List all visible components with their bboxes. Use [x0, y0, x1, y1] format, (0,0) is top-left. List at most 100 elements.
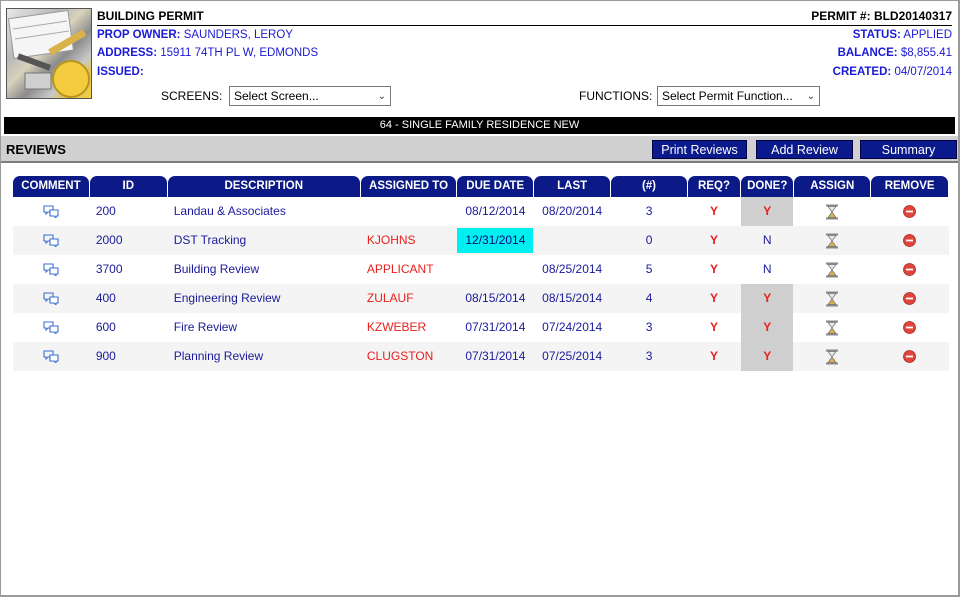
remove-cell[interactable]	[871, 255, 948, 284]
remove-cell[interactable]	[871, 284, 948, 313]
review-description-cell[interactable]: Planning Review	[168, 342, 360, 371]
hourglass-icon[interactable]	[825, 262, 839, 278]
assign-cell[interactable]	[794, 197, 870, 226]
done-cell: Y	[741, 313, 794, 342]
done-cell: Y	[741, 197, 794, 226]
table-row: 2000 DST Tracking KJOHNS 12/31/2014 0 Y N	[13, 226, 949, 255]
review-description-cell[interactable]: Building Review	[168, 255, 360, 284]
column-header-last[interactable]: LAST	[534, 176, 611, 197]
review-id-cell-text: 900	[95, 349, 116, 363]
count-cell: 3	[611, 313, 687, 342]
done-cell: N	[741, 255, 793, 284]
owner-label: PROP OWNER:	[97, 29, 181, 41]
required-cell: Y	[688, 197, 740, 226]
count-cell: 3	[611, 342, 687, 371]
required-cell-text: Y	[710, 291, 719, 305]
blueprint-tools-image	[7, 9, 90, 98]
remove-circle-icon[interactable]	[903, 320, 916, 335]
review-id-cell: 600	[90, 313, 167, 342]
functions-select[interactable]: Select Permit Function... ⌄	[657, 86, 820, 106]
remove-circle-icon[interactable]	[903, 233, 916, 248]
count-cell-text: 4	[645, 291, 653, 305]
assign-cell[interactable]	[794, 255, 870, 284]
done-cell-text: N	[762, 262, 772, 276]
due-date-cell-text: 07/31/2014	[465, 349, 526, 363]
column-header-assigned-to[interactable]: ASSIGNED TO	[360, 176, 457, 197]
remove-cell[interactable]	[871, 226, 948, 255]
column-header-assign[interactable]: ASSIGN	[794, 176, 871, 197]
column-header-id[interactable]: ID	[89, 176, 167, 197]
review-id-cell-text: 2000	[95, 233, 123, 247]
review-description-cell-text: Planning Review	[173, 349, 264, 363]
remove-circle-icon[interactable]	[903, 349, 916, 364]
column-header-done[interactable]: DONE?	[741, 176, 794, 197]
assigned-to-cell: ZULAUF	[361, 284, 457, 313]
hourglass-icon[interactable]	[825, 291, 839, 307]
speech-bubbles-icon[interactable]	[43, 349, 59, 364]
screens-select[interactable]: Select Screen... ⌄	[229, 86, 391, 106]
hourglass-icon[interactable]	[825, 233, 839, 249]
remove-circle-icon[interactable]	[903, 262, 916, 277]
remove-circle-icon[interactable]	[903, 204, 916, 219]
review-description-cell[interactable]: Landau & Associates	[168, 197, 360, 226]
column-header-description[interactable]: DESCRIPTION	[167, 176, 360, 197]
last-date-cell-text: 08/20/2014	[542, 204, 603, 218]
column-header-comment[interactable]: COMMENT	[13, 176, 89, 197]
issued-info: ISSUED:	[97, 66, 144, 78]
balance-label: BALANCE:	[837, 47, 898, 59]
review-id-cell-text: 3700	[95, 262, 123, 276]
reviews-table: COMMENT ID DESCRIPTION ASSIGNED TO DUE DATE L…	[13, 176, 949, 371]
remove-cell[interactable]	[871, 342, 948, 371]
comment-cell[interactable]	[13, 197, 89, 226]
remove-circle-icon[interactable]	[903, 291, 916, 306]
comment-cell[interactable]	[13, 255, 89, 284]
speech-bubbles-icon[interactable]	[43, 320, 59, 335]
hourglass-icon[interactable]	[825, 320, 839, 336]
functions-select-value: Select Permit Function...	[662, 89, 793, 103]
reviews-title: REVIEWS	[6, 142, 66, 157]
review-description-cell[interactable]: Engineering Review	[168, 284, 360, 313]
table-row: 600 Fire Review KZWEBER 07/31/2014 07/24/201…	[13, 313, 949, 342]
review-description-cell-text: DST Tracking	[173, 233, 247, 247]
print-reviews-button[interactable]: Print Reviews	[652, 140, 747, 159]
column-header-remove[interactable]: REMOVE	[871, 176, 949, 197]
hourglass-icon[interactable]	[825, 349, 839, 365]
status-info: STATUS: APPLIED	[853, 29, 952, 41]
review-description-cell[interactable]: DST Tracking	[168, 226, 360, 255]
done-cell: Y	[741, 342, 794, 371]
assign-cell[interactable]	[794, 284, 870, 313]
assigned-to-cell: APPLICANT	[361, 255, 457, 284]
column-header-due-date[interactable]: DUE DATE	[457, 176, 534, 197]
speech-bubbles-icon[interactable]	[43, 262, 59, 277]
count-cell-text: 5	[645, 262, 653, 276]
count-cell: 3	[611, 197, 687, 226]
assigned-to-cell-text: APPLICANT	[366, 262, 434, 276]
assigned-to-cell-text: ZULAUF	[366, 291, 414, 305]
assign-cell[interactable]	[794, 342, 870, 371]
last-date-cell: 07/24/2014	[534, 313, 610, 342]
assign-cell[interactable]	[794, 226, 870, 255]
permit-number-label: PERMIT #:	[811, 9, 871, 23]
speech-bubbles-icon[interactable]	[43, 233, 59, 248]
chevron-down-icon: ⌄	[377, 90, 386, 102]
speech-bubbles-icon[interactable]	[43, 291, 59, 306]
remove-cell[interactable]	[871, 197, 948, 226]
due-date-cell-text: 12/31/2014	[465, 233, 526, 247]
last-date-cell: 08/20/2014	[534, 197, 610, 226]
column-header-req[interactable]: REQ?	[687, 176, 741, 197]
summary-button[interactable]: Summary	[860, 140, 957, 159]
assigned-to-cell-text: KZWEBER	[366, 320, 427, 334]
comment-cell[interactable]	[13, 313, 89, 342]
column-header-[interactable]: (#)	[611, 176, 687, 197]
due-date-cell-text: 08/15/2014	[465, 291, 526, 305]
speech-bubbles-icon[interactable]	[43, 204, 59, 219]
comment-cell[interactable]	[13, 342, 89, 371]
screens-label: SCREENS:	[161, 89, 223, 103]
comment-cell[interactable]	[13, 284, 89, 313]
assign-cell[interactable]	[794, 313, 870, 342]
comment-cell[interactable]	[13, 226, 89, 255]
hourglass-icon[interactable]	[825, 204, 839, 220]
add-review-button[interactable]: Add Review	[756, 140, 853, 159]
remove-cell[interactable]	[871, 313, 948, 342]
review-description-cell[interactable]: Fire Review	[168, 313, 360, 342]
